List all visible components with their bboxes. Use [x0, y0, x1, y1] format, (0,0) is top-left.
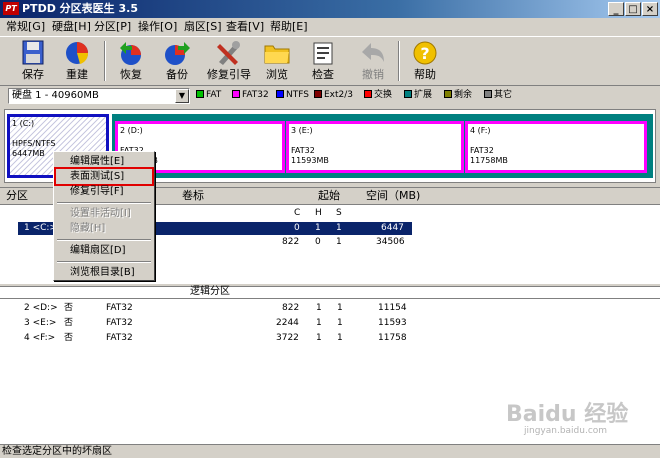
- legend-other: 其它: [484, 89, 512, 102]
- toolbar-separator: [104, 41, 106, 81]
- legend-swatch: [404, 90, 412, 98]
- legend-swap: 交换: [364, 89, 392, 102]
- legend-fat: FAT: [196, 89, 221, 102]
- col-head: H: [315, 208, 322, 218]
- title-bar: PT PTDD 分区表医生 3.5 _ □ ×: [0, 0, 660, 18]
- col-label[interactable]: 卷标: [182, 188, 204, 204]
- repair-boot-button[interactable]: 修复引导: [204, 38, 254, 84]
- legend-swatch: [276, 90, 284, 98]
- undo-arrow-icon: [362, 43, 384, 62]
- folder-icon: [264, 45, 290, 64]
- question-mark-icon: ?: [413, 41, 437, 65]
- rebuild-button[interactable]: 重建: [58, 38, 96, 84]
- partition-block-e[interactable]: 3 (E:) FAT32 11593MB: [286, 121, 464, 173]
- col-cylinder: C: [294, 208, 301, 218]
- menu-separator: [57, 202, 151, 204]
- undo-button[interactable]: 撤销: [354, 38, 392, 84]
- legend-swatch: [364, 90, 372, 98]
- menu-set-inactive[interactable]: 设置非活动[I]: [56, 206, 152, 221]
- menu-surface-test[interactable]: 表面测试[S]: [54, 167, 154, 186]
- status-text: 检查选定分区中的坏扇区: [2, 446, 112, 457]
- baidu-watermark: Baidu 经验 jingyan.baidu.com: [506, 402, 629, 436]
- logical-header: 逻辑分区: [0, 286, 660, 299]
- partition-block-f[interactable]: 4 (F:) FAT32 11758MB: [465, 121, 647, 173]
- legend-swatch: [196, 90, 204, 98]
- col-partition[interactable]: 分区: [6, 188, 28, 204]
- close-button[interactable]: ×: [642, 2, 658, 16]
- floppy-disk-icon: [22, 40, 44, 65]
- menu-separator: [57, 239, 151, 241]
- pie-chart-icon: [66, 42, 89, 64]
- help-button[interactable]: ? 帮助: [406, 38, 444, 84]
- menu-help[interactable]: 帮助[E]: [268, 19, 310, 34]
- menu-separator: [57, 261, 151, 263]
- menu-edit-properties[interactable]: 编辑属性[E]: [56, 154, 152, 169]
- menu-browse-root[interactable]: 浏览根目录[B]: [56, 265, 152, 280]
- backup-pie-icon: [165, 42, 190, 65]
- legend-swatch: [484, 90, 492, 98]
- col-space[interactable]: 空间（MB): [366, 188, 420, 204]
- table-row[interactable]: 4 <F:> 否 FAT32 3722 1 1 11758: [0, 332, 660, 345]
- restore-pie-icon: [120, 42, 141, 65]
- col-start[interactable]: 起始: [318, 188, 340, 204]
- disk-select-value: 硬盘 1 - 40960MB: [12, 90, 99, 101]
- tools-icon: [217, 41, 240, 65]
- minimize-button[interactable]: _: [608, 2, 624, 16]
- legend-fat32: FAT32: [232, 89, 269, 102]
- menu-partition[interactable]: 分区[P]: [92, 19, 133, 34]
- menu-general[interactable]: 常规[G]: [4, 19, 47, 34]
- menu-edit-sector[interactable]: 编辑扇区[D]: [56, 243, 152, 258]
- check-button[interactable]: 检查: [304, 38, 342, 84]
- window-title: PTDD 分区表医生 3.5: [22, 2, 138, 15]
- legend-swatch: [314, 90, 322, 98]
- app-logo-icon: PT: [3, 2, 19, 15]
- table-row[interactable]: 3 <E:> 否 FAT32 2244 1 1 11593: [0, 317, 660, 330]
- disk-select[interactable]: 硬盘 1 - 40960MB ▼: [8, 88, 190, 104]
- menu-disk[interactable]: 硬盘[H]: [50, 19, 93, 34]
- legend-extended: 扩展: [404, 89, 432, 102]
- browse-button[interactable]: 浏览: [258, 38, 296, 84]
- legend-swatch: [232, 90, 240, 98]
- save-button[interactable]: 保存: [14, 38, 52, 84]
- chevron-down-icon[interactable]: ▼: [175, 89, 189, 103]
- status-bar: 检查选定分区中的坏扇区: [0, 444, 660, 458]
- maximize-button[interactable]: □: [625, 2, 641, 16]
- toolbar-separator: [398, 41, 400, 81]
- legend-free: 剩余: [444, 89, 472, 102]
- col-sector: S: [336, 208, 342, 218]
- legend-ext23: Ext2/3: [314, 89, 353, 102]
- legend-ntfs: NTFS: [276, 89, 309, 102]
- menu-sector[interactable]: 扇区[S]: [182, 19, 224, 34]
- context-menu: 编辑属性[E] 表面测试[S] 修复引导[F] 设置非活动[I] 隐藏[H] 编…: [53, 151, 155, 281]
- checklist-icon: [313, 42, 333, 65]
- table-row[interactable]: 2 <D:> 否 FAT32 822 1 1 11154: [0, 302, 660, 315]
- backup-button[interactable]: 备份: [158, 38, 196, 84]
- menu-bar: 常规[G] 硬盘[H] 分区[P] 操作[O] 扇区[S] 查看[V] 帮助[E…: [0, 18, 660, 35]
- restore-button[interactable]: 恢复: [112, 38, 150, 84]
- menu-operation[interactable]: 操作[O]: [136, 19, 179, 34]
- app-window: PT PTDD 分区表医生 3.5 _ □ × 常规[G] 硬盘[H] 分区[P…: [0, 0, 660, 458]
- legend-swatch: [444, 90, 452, 98]
- toolbar: 保存 重建 恢复 备份 修复引导 浏览 检查 撤销 ? 帮助: [0, 36, 660, 86]
- menu-repair-boot[interactable]: 修复引导[F]: [56, 184, 152, 199]
- menu-view[interactable]: 查看[V]: [224, 19, 266, 34]
- disk-row: 硬盘 1 - 40960MB ▼ FAT FAT32 NTFS Ext2/3 交…: [0, 86, 660, 106]
- svg-text:?: ?: [420, 44, 429, 63]
- menu-hide[interactable]: 隐藏[H]: [56, 221, 152, 236]
